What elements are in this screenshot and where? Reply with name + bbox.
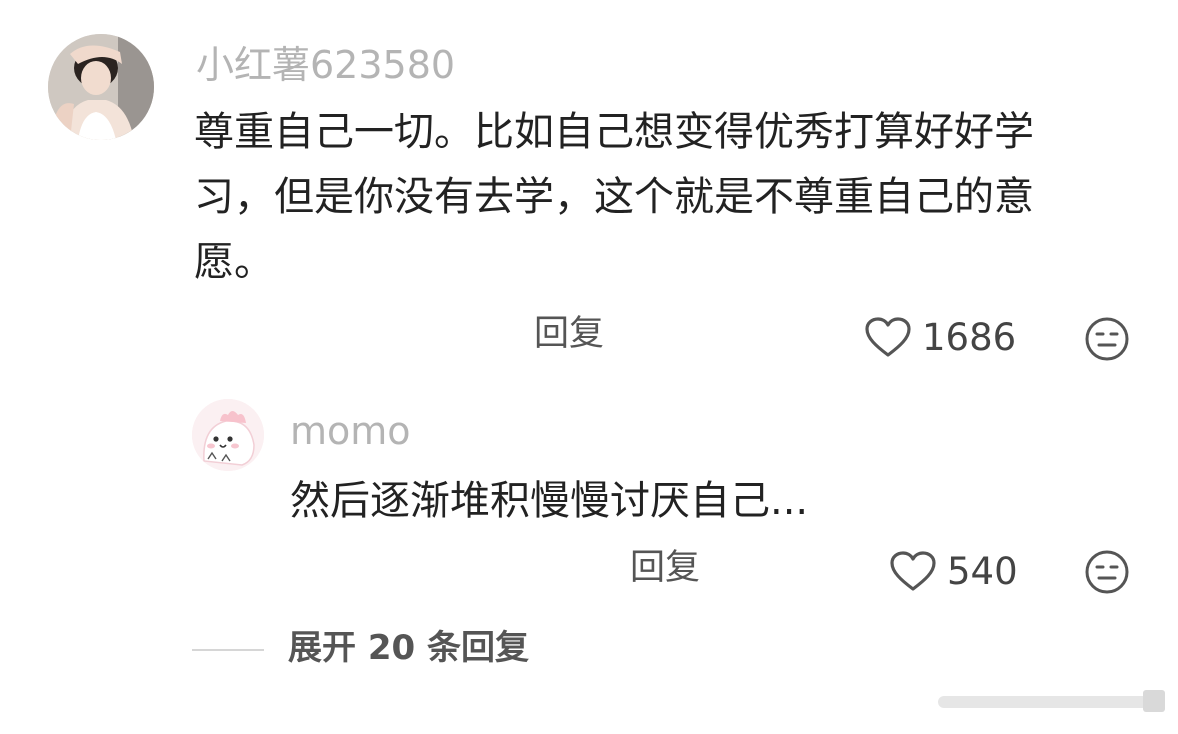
comment-text-line-1: 尊重自己一切。比如自己想变得优秀打算好好学 (194, 109, 1034, 155)
emoji-react-button[interactable] (1084, 549, 1130, 599)
user-photo-icon (48, 34, 154, 140)
reply-button[interactable]: 回复 (630, 551, 700, 586)
like-button[interactable]: 1686 (864, 316, 1016, 358)
reply-username[interactable]: momo (290, 412, 411, 450)
like-count: 1686 (922, 315, 1017, 359)
comment-username[interactable]: 小红薯623580 (196, 46, 455, 84)
comment-text-line-3: 愿。 (194, 239, 274, 285)
emoji-react-button[interactable] (1084, 316, 1130, 366)
cute-dino-avatar-icon (192, 399, 264, 471)
comment-thread: 小红薯623580 尊重自己一切。比如自己想变得优秀打算好好学 习，但是你没有去… (0, 0, 1178, 734)
comment-text-line-2: 习，但是你没有去学，这个就是不尊重自己的意 (194, 174, 1034, 220)
neutral-face-icon (1085, 317, 1129, 361)
reply-button[interactable]: 回复 (534, 317, 604, 352)
heart-outline-icon (865, 317, 911, 357)
watermark-icon (938, 690, 1165, 712)
reply-avatar[interactable] (192, 399, 264, 471)
divider (192, 649, 264, 651)
heart-outline-icon (890, 551, 936, 591)
like-button[interactable]: 540 (889, 550, 1018, 592)
expand-replies-button[interactable]: 展开 20 条回复 (288, 631, 529, 665)
like-count: 540 (947, 549, 1018, 593)
neutral-face-icon (1085, 550, 1129, 594)
reply-text: 然后逐渐堆积慢慢讨厌自己... (290, 478, 809, 524)
avatar[interactable] (48, 34, 154, 140)
